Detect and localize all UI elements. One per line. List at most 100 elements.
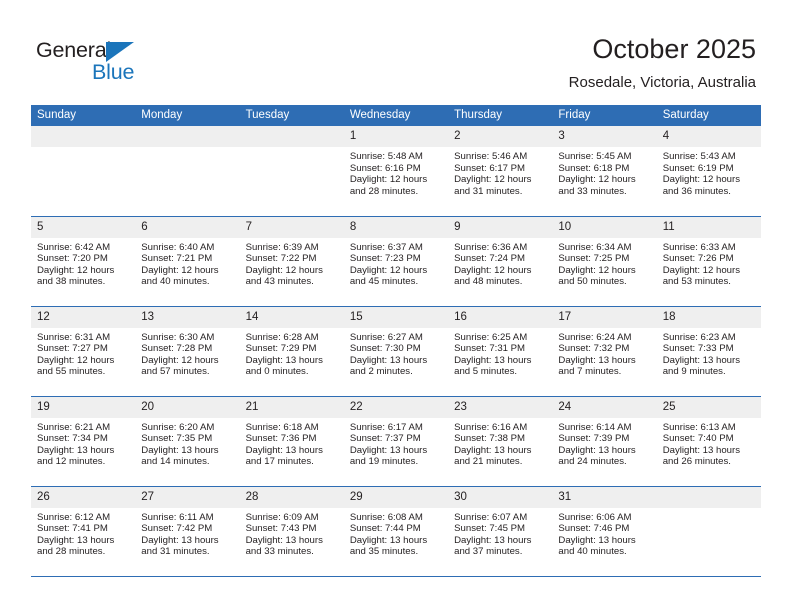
calendar-day-cell[interactable]: 13 Sunrise: 6:30 AM Sunset: 7:28 PM Dayligh… bbox=[135, 306, 240, 397]
day-details: Sunrise: 6:20 AM Sunset: 7:35 PM Daylight:… bbox=[135, 418, 239, 468]
sunrise-time: Sunrise: 6:20 AM bbox=[141, 421, 215, 433]
sunrise-time: Sunrise: 6:39 AM bbox=[245, 241, 319, 253]
daylight-duration-line1: Daylight: 13 hours bbox=[454, 534, 532, 546]
daylight-duration-line2: and 7 minutes. bbox=[558, 366, 622, 378]
daylight-duration-line2: and 24 minutes. bbox=[558, 456, 627, 468]
weekday-header-friday: Friday bbox=[552, 105, 657, 126]
calendar-day-cell[interactable]: 28 Sunrise: 6:09 AM Sunset: 7:43 PM Dayligh… bbox=[239, 486, 344, 577]
sunrise-time: Sunrise: 6:07 AM bbox=[454, 511, 528, 523]
calendar-day-cell[interactable]: 10 Sunrise: 6:34 AM Sunset: 7:25 PM Dayligh… bbox=[552, 216, 657, 307]
calendar-day-cell[interactable]: 7 Sunrise: 6:39 AM Sunset: 7:22 PM Daylight… bbox=[239, 216, 344, 307]
calendar-day-cell[interactable]: 5 Sunrise: 6:42 AM Sunset: 7:20 PM Daylight… bbox=[31, 216, 136, 307]
daylight-duration-line2: and 2 minutes. bbox=[349, 366, 413, 378]
calendar-day-cell[interactable]: 18 Sunrise: 6:23 AM Sunset: 7:33 PM Dayligh… bbox=[656, 306, 761, 397]
day-number: 14 bbox=[239, 306, 344, 328]
daylight-duration-line1: Daylight: 12 hours bbox=[141, 264, 219, 276]
daylight-duration-line1: Daylight: 12 hours bbox=[558, 264, 636, 276]
day-cell-inner: 25 Sunrise: 6:13 AM Sunset: 7:40 PM Dayligh… bbox=[656, 396, 761, 485]
daylight-duration-line2: and 37 minutes. bbox=[454, 546, 523, 558]
calendar-day-cell[interactable]: 31 Sunrise: 6:06 AM Sunset: 7:46 PM Dayligh… bbox=[552, 486, 657, 577]
day-cell-inner bbox=[31, 126, 136, 214]
day-number: 31 bbox=[552, 486, 657, 508]
sunset-time: Sunset: 6:17 PM bbox=[454, 162, 526, 174]
day-cell-inner: 20 Sunrise: 6:20 AM Sunset: 7:35 PM Dayligh… bbox=[135, 396, 240, 485]
calendar-day-cell[interactable]: 3 Sunrise: 5:45 AM Sunset: 6:18 PM Daylight… bbox=[552, 126, 657, 217]
day-details: Sunrise: 6:23 AM Sunset: 7:33 PM Daylight:… bbox=[657, 328, 761, 378]
sunset-time: Sunset: 7:45 PM bbox=[454, 523, 526, 535]
calendar-day-cell[interactable]: 16 Sunrise: 6:25 AM Sunset: 7:31 PM Dayligh… bbox=[448, 306, 553, 397]
daylight-duration-line1: Daylight: 13 hours bbox=[558, 534, 636, 546]
day-number: 30 bbox=[448, 486, 553, 508]
daylight-duration-line2: and 33 minutes. bbox=[245, 546, 314, 558]
calendar-day-cell[interactable]: 20 Sunrise: 6:20 AM Sunset: 7:35 PM Dayligh… bbox=[135, 396, 240, 487]
calendar-day-cell[interactable]: 17 Sunrise: 6:24 AM Sunset: 7:32 PM Dayligh… bbox=[552, 306, 657, 397]
calendar-day-cell[interactable]: 12 Sunrise: 6:31 AM Sunset: 7:27 PM Dayligh… bbox=[31, 306, 136, 397]
sunset-time: Sunset: 7:21 PM bbox=[141, 253, 213, 265]
sunset-time: Sunset: 7:40 PM bbox=[662, 433, 734, 445]
sunrise-time: Sunrise: 6:33 AM bbox=[662, 241, 736, 253]
calendar-day-cell[interactable]: 1 Sunrise: 5:48 AM Sunset: 6:16 PM Daylight… bbox=[343, 126, 449, 217]
calendar-day-cell[interactable]: 24 Sunrise: 6:14 AM Sunset: 7:39 PM Dayligh… bbox=[552, 396, 657, 487]
calendar-day-cell[interactable]: 21 Sunrise: 6:18 AM Sunset: 7:36 PM Dayligh… bbox=[239, 396, 344, 487]
day-details: Sunrise: 6:09 AM Sunset: 7:43 PM Daylight:… bbox=[240, 508, 344, 558]
weekday-header-wednesday: Wednesday bbox=[343, 105, 449, 126]
daylight-duration-line2: and 28 minutes. bbox=[349, 185, 419, 197]
calendar-day-cell[interactable]: 4 Sunrise: 5:43 AM Sunset: 6:19 PM Daylight… bbox=[656, 126, 761, 217]
calendar-day-cell[interactable]: 23 Sunrise: 6:16 AM Sunset: 7:38 PM Dayligh… bbox=[448, 396, 553, 487]
day-cell-inner: 19 Sunrise: 6:21 AM Sunset: 7:34 PM Dayligh… bbox=[31, 396, 136, 485]
calendar-day-cell[interactable]: 6 Sunrise: 6:40 AM Sunset: 7:21 PM Daylight… bbox=[135, 216, 240, 307]
sunrise-time: Sunrise: 6:17 AM bbox=[349, 421, 423, 433]
day-details: Sunrise: 6:40 AM Sunset: 7:21 PM Daylight:… bbox=[135, 238, 239, 288]
daylight-duration-line2: and 0 minutes. bbox=[245, 366, 309, 378]
daylight-duration-line1: Daylight: 13 hours bbox=[454, 354, 532, 366]
daylight-duration-line2: and 48 minutes. bbox=[454, 276, 523, 288]
day-details: Sunrise: 6:14 AM Sunset: 7:39 PM Daylight:… bbox=[552, 418, 656, 468]
day-number bbox=[31, 126, 136, 147]
calendar-day-cell[interactable]: 14 Sunrise: 6:28 AM Sunset: 7:29 PM Dayligh… bbox=[239, 306, 344, 397]
calendar-day-cell[interactable]: 15 Sunrise: 6:27 AM Sunset: 7:30 PM Dayligh… bbox=[343, 306, 449, 397]
calendar-day-cell[interactable]: 2 Sunrise: 5:46 AM Sunset: 6:17 PM Daylight… bbox=[448, 126, 553, 217]
day-details: Sunrise: 5:43 AM Sunset: 6:19 PM Daylight:… bbox=[657, 147, 761, 197]
daylight-duration-line1: Daylight: 12 hours bbox=[349, 264, 428, 276]
daylight-duration-line2: and 43 minutes. bbox=[245, 276, 314, 288]
daylight-duration-line1: Daylight: 12 hours bbox=[662, 174, 741, 186]
calendar-day-cell[interactable]: 11 Sunrise: 6:33 AM Sunset: 7:26 PM Dayligh… bbox=[656, 216, 761, 307]
day-number: 6 bbox=[135, 216, 240, 238]
day-details: Sunrise: 6:42 AM Sunset: 7:20 PM Daylight:… bbox=[31, 238, 135, 288]
day-number: 13 bbox=[135, 306, 240, 328]
sunrise-time: Sunrise: 6:36 AM bbox=[454, 241, 528, 253]
day-number: 19 bbox=[31, 396, 136, 418]
day-number: 5 bbox=[31, 216, 136, 238]
calendar-day-cell-empty bbox=[31, 126, 136, 217]
day-number: 11 bbox=[656, 216, 761, 238]
daylight-duration-line1: Daylight: 13 hours bbox=[662, 444, 741, 456]
calendar-day-cell[interactable]: 19 Sunrise: 6:21 AM Sunset: 7:34 PM Dayligh… bbox=[31, 396, 136, 487]
calendar-day-cell[interactable]: 27 Sunrise: 6:11 AM Sunset: 7:42 PM Dayligh… bbox=[135, 486, 240, 577]
sunset-time: Sunset: 7:39 PM bbox=[558, 433, 630, 445]
calendar-day-cell[interactable]: 29 Sunrise: 6:08 AM Sunset: 7:44 PM Dayligh… bbox=[343, 486, 449, 577]
general-blue-logo[interactable]: General Blue bbox=[36, 38, 166, 88]
sunrise-time: Sunrise: 6:14 AM bbox=[558, 421, 632, 433]
calendar-day-cell[interactable]: 22 Sunrise: 6:17 AM Sunset: 7:37 PM Dayligh… bbox=[343, 396, 449, 487]
sunset-time: Sunset: 7:25 PM bbox=[558, 253, 630, 265]
day-number: 9 bbox=[448, 216, 553, 238]
weekday-header-saturday: Saturday bbox=[656, 105, 761, 126]
day-details: Sunrise: 6:06 AM Sunset: 7:46 PM Daylight:… bbox=[552, 508, 656, 558]
day-cell-inner: 11 Sunrise: 6:33 AM Sunset: 7:26 PM Dayligh… bbox=[656, 216, 761, 305]
daylight-duration-line2: and 31 minutes. bbox=[141, 546, 210, 558]
daylight-duration-line2: and 57 minutes. bbox=[141, 366, 210, 378]
calendar-day-cell[interactable]: 8 Sunrise: 6:37 AM Sunset: 7:23 PM Daylight… bbox=[343, 216, 449, 307]
sunrise-time: Sunrise: 6:40 AM bbox=[141, 241, 215, 253]
sunset-time: Sunset: 7:35 PM bbox=[141, 433, 213, 445]
page-header: General Blue October 2025 Rosedale, Vict… bbox=[0, 0, 792, 104]
calendar-day-cell[interactable]: 26 Sunrise: 6:12 AM Sunset: 7:41 PM Dayligh… bbox=[31, 486, 136, 577]
sunset-time: Sunset: 7:24 PM bbox=[454, 253, 526, 265]
day-cell-inner: 12 Sunrise: 6:31 AM Sunset: 7:27 PM Dayligh… bbox=[31, 306, 136, 395]
calendar-day-cell[interactable]: 25 Sunrise: 6:13 AM Sunset: 7:40 PM Dayligh… bbox=[656, 396, 761, 487]
sunrise-time: Sunrise: 6:28 AM bbox=[245, 331, 319, 343]
calendar-day-cell[interactable]: 9 Sunrise: 6:36 AM Sunset: 7:24 PM Daylight… bbox=[448, 216, 553, 307]
daylight-duration-line1: Daylight: 13 hours bbox=[349, 534, 428, 546]
sunset-time: Sunset: 7:23 PM bbox=[349, 253, 421, 265]
sunset-time: Sunset: 7:31 PM bbox=[454, 343, 526, 355]
calendar-day-cell[interactable]: 30 Sunrise: 6:07 AM Sunset: 7:45 PM Dayligh… bbox=[448, 486, 553, 577]
